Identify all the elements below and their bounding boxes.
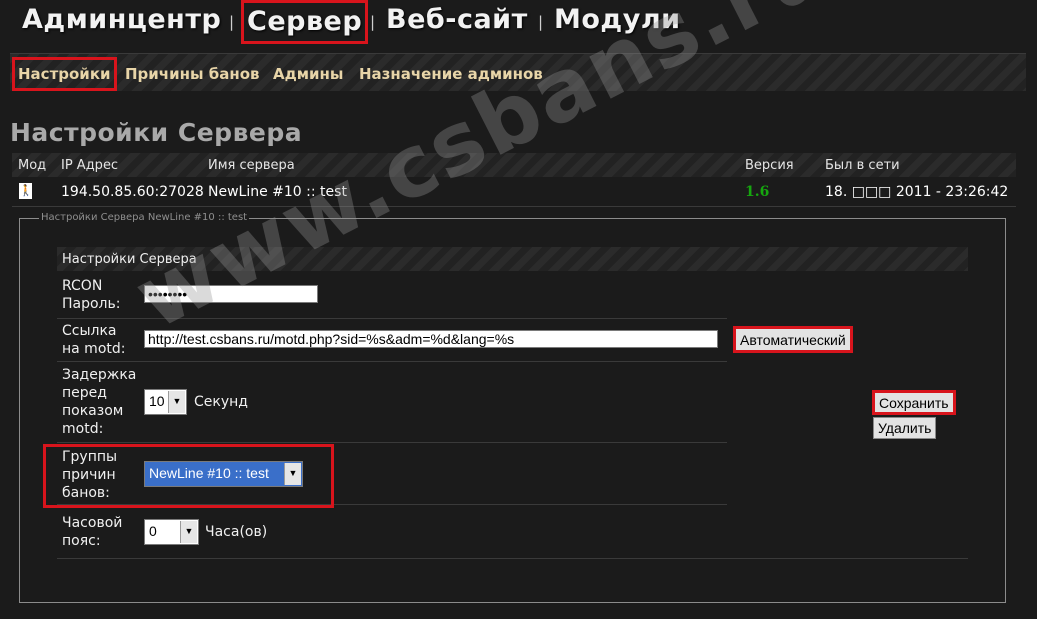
delete-button[interactable]: Удалить [873, 417, 937, 439]
groups-select[interactable]: NewLine #10 :: test ▼ [144, 461, 303, 487]
fieldset-legend: Настройки Сервера NewLine #10 :: test [39, 212, 250, 223]
delay-select-value: 10 [149, 393, 165, 409]
server-ip: 194.50.85.60:27028 [61, 184, 204, 200]
subnav-settings[interactable]: Настройки [12, 57, 117, 91]
delay-unit: Секунд [194, 394, 248, 410]
timezone-unit: Часа(ов) [205, 524, 268, 540]
subnav-admin-assignment[interactable]: Назначение админов [359, 65, 543, 83]
auto-button[interactable]: Автоматический [733, 326, 853, 353]
motd-url-input[interactable] [144, 330, 718, 348]
col-version: Версия [745, 158, 794, 173]
chevron-down-icon[interactable]: ▼ [180, 521, 197, 543]
rcon-label: RCON Пароль: [62, 278, 121, 312]
motd-row: Ссылка на motd: [57, 319, 727, 362]
motd-label: Ссылка на motd: [62, 323, 126, 357]
timezone-select-value: 0 [149, 523, 157, 539]
rcon-row: RCON Пароль: [57, 273, 727, 319]
save-button[interactable]: Сохранить [872, 390, 956, 415]
delay-label: Задержка перед показом motd: [62, 367, 137, 437]
nav-separator: | [370, 13, 376, 31]
delay-select[interactable]: 10 ▼ [144, 389, 187, 415]
server-row[interactable]: 🚶 194.50.85.60:27028 NewLine #10 :: test… [12, 179, 1016, 207]
server-last-online: 18. □□□ 2011 - 23:26:42 [825, 184, 1009, 200]
col-mod: Мод [18, 158, 47, 173]
nav-website[interactable]: Веб-сайт [386, 4, 528, 35]
top-navigation: Админцентр | Сервер | Веб-сайт | Модули [0, 0, 1037, 48]
mod-icon: 🚶 [19, 183, 33, 199]
subnav-ban-reasons[interactable]: Причины банов [125, 65, 260, 83]
form-header-label: Настройки Сервера [62, 252, 197, 267]
timezone-row: Часовой пояс: 0 ▼ Часа(ов) [57, 505, 968, 559]
page-title: Настройки Сервера [10, 118, 303, 147]
groups-select-value: NewLine #10 :: test [149, 465, 269, 481]
delay-row: Задержка перед показом motd: 10 ▼ Секунд [57, 362, 727, 443]
sub-navigation: Настройки Причины банов Админы Назначени… [10, 53, 1026, 91]
subnav-admins[interactable]: Админы [273, 65, 343, 83]
server-name: NewLine #10 :: test [208, 184, 347, 200]
rcon-password-input[interactable] [144, 285, 318, 303]
form-header: Настройки Сервера [57, 247, 968, 271]
server-table-header: Мод IP Адрес Имя сервера Версия Был в се… [12, 153, 1016, 177]
chevron-down-icon[interactable]: ▼ [284, 463, 301, 485]
chevron-down-icon[interactable]: ▼ [168, 391, 185, 413]
timezone-select[interactable]: 0 ▼ [144, 519, 199, 545]
timezone-label: Часовой пояс: [62, 515, 123, 549]
server-version: 1.6 [745, 184, 770, 200]
nav-separator: | [538, 13, 544, 31]
col-name: Имя сервера [208, 158, 295, 173]
col-last-online: Был в сети [825, 158, 900, 173]
nav-modules[interactable]: Модули [554, 4, 681, 35]
nav-server[interactable]: Сервер [241, 0, 369, 44]
nav-admincenter[interactable]: Админцентр [22, 4, 221, 35]
col-ip: IP Адрес [61, 158, 119, 173]
nav-separator: | [229, 13, 235, 31]
